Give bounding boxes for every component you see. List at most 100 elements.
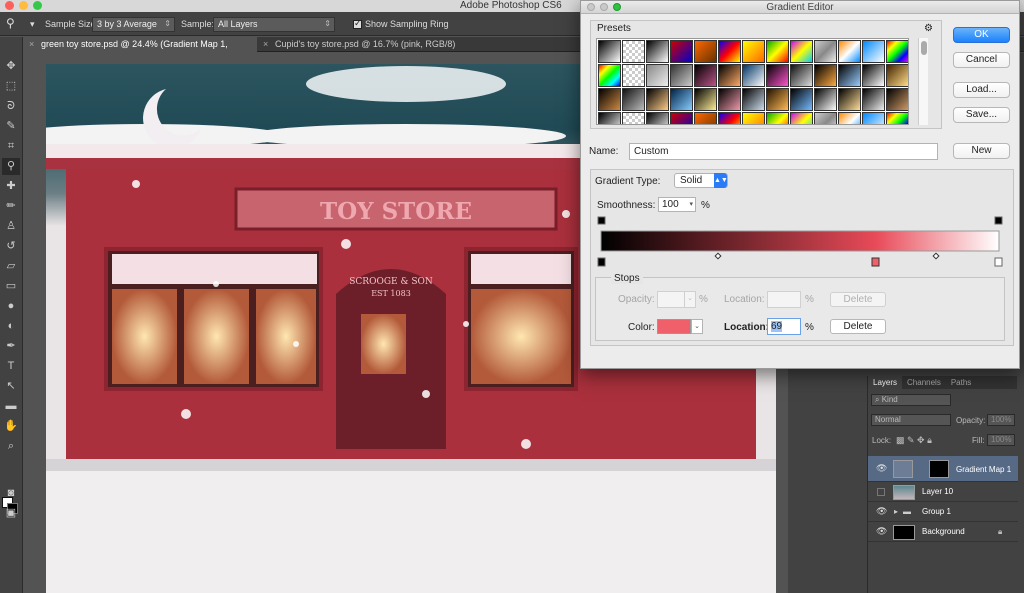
sample-size-select[interactable]: 3 by 3 Average ⇕ — [92, 17, 175, 32]
close-window-button[interactable] — [5, 1, 14, 10]
gradient-preset-swatch[interactable] — [670, 88, 693, 111]
eyedropper-icon[interactable]: ⚲ — [6, 16, 15, 30]
gradient-preset-swatch[interactable] — [838, 88, 861, 111]
minimize-window-button[interactable] — [19, 1, 28, 10]
gradient-preset-swatch[interactable] — [838, 40, 861, 63]
quick-mask-icon[interactable]: ◙ — [2, 485, 20, 502]
gradient-preset-swatch[interactable] — [790, 112, 813, 124]
gradient-preset-swatch[interactable] — [766, 64, 789, 87]
gradient-preset-swatch[interactable] — [814, 112, 837, 124]
history-brush-tool-icon[interactable]: ↺ — [2, 238, 20, 255]
gradient-preset-swatch[interactable] — [838, 112, 861, 124]
gradient-preset-swatch[interactable] — [670, 112, 693, 124]
gradient-preset-swatch[interactable] — [886, 112, 908, 124]
layer-row-group-1[interactable]: 👁︎ ▸ ▬ Group 1 — [868, 502, 1018, 522]
color-stop-end[interactable] — [994, 257, 1003, 267]
blend-mode-select[interactable]: Normal — [871, 414, 951, 426]
healing-brush-tool-icon[interactable]: ✚ — [2, 178, 20, 195]
layer-opacity-field[interactable]: 100% — [987, 414, 1015, 426]
stop-color-swatch[interactable] — [657, 319, 691, 334]
gradient-preset-swatch[interactable] — [862, 88, 885, 111]
gradient-preset-swatch[interactable] — [814, 40, 837, 63]
color-stop-selected[interactable] — [871, 257, 880, 267]
gradient-preset-swatch[interactable] — [598, 88, 621, 111]
tab-paths[interactable]: Paths — [946, 376, 976, 389]
eyedropper-tool-icon[interactable]: ⚲ — [2, 158, 20, 175]
gradient-ramp[interactable] — [595, 216, 1005, 268]
gradient-preset-swatch[interactable] — [742, 40, 765, 63]
lock-icons[interactable]: ▩ ✎ ✥ 🔒︎ — [896, 435, 932, 446]
visibility-toggle[interactable] — [877, 488, 885, 496]
layer-row-layer-10[interactable]: Layer 10 — [868, 482, 1018, 502]
sample-select[interactable]: All Layers ⇕ — [213, 17, 335, 32]
gradient-preset-swatch[interactable] — [742, 64, 765, 87]
gradient-preset-swatch[interactable] — [694, 112, 717, 124]
smoothness-field[interactable]: 100 ▾ — [658, 197, 696, 212]
gradient-preset-swatch[interactable] — [886, 64, 908, 87]
gradient-preset-swatch[interactable] — [718, 40, 741, 63]
brush-tool-icon[interactable]: ✏ — [2, 198, 20, 215]
gradient-preset-swatch[interactable] — [598, 64, 621, 87]
eye-icon[interactable]: 👁︎ — [876, 526, 887, 537]
opacity-stop-right[interactable] — [994, 216, 1003, 225]
layer-row-background[interactable]: 👁︎ Background 🔒︎ — [868, 522, 1018, 542]
opacity-stop-left[interactable] — [597, 216, 606, 225]
gradient-bar[interactable] — [600, 230, 1000, 252]
gradient-preset-swatch[interactable] — [694, 40, 717, 63]
type-tool-icon[interactable]: T — [2, 358, 20, 375]
tab-channels[interactable]: Channels — [902, 376, 946, 389]
gradient-preset-swatch[interactable] — [718, 88, 741, 111]
group-expand-chevron-icon[interactable]: ▸ — [894, 507, 898, 516]
layer-name[interactable]: Group 1 — [922, 507, 951, 516]
gradient-preset-swatch[interactable] — [862, 64, 885, 87]
gradient-preset-swatch[interactable] — [622, 88, 645, 111]
move-tool-icon[interactable]: ✥ — [2, 58, 20, 75]
layer-name[interactable]: Background — [922, 527, 965, 536]
marquee-tool-icon[interactable]: ⬚ — [2, 78, 20, 95]
gradient-preset-swatch[interactable] — [862, 112, 885, 124]
eye-icon[interactable]: 👁︎ — [876, 506, 887, 517]
blur-tool-icon[interactable]: ● — [2, 298, 20, 315]
gradient-preset-swatch[interactable] — [694, 64, 717, 87]
gradient-preset-swatch[interactable] — [670, 64, 693, 87]
gradient-preset-swatch[interactable] — [814, 88, 837, 111]
hand-tool-icon[interactable]: ✋ — [2, 418, 20, 435]
gradient-preset-swatch[interactable] — [622, 40, 645, 63]
gradient-preset-swatch[interactable] — [742, 112, 765, 124]
delete-color-stop-button[interactable]: Delete — [830, 319, 886, 334]
eye-icon[interactable]: 👁︎ — [876, 463, 887, 474]
gradient-preset-swatch[interactable] — [886, 88, 908, 111]
tab-cupids-toy-store[interactable]: × Cupid's toy store.psd @ 16.7% (pink, R… — [257, 37, 457, 64]
gradient-preset-swatch[interactable] — [838, 64, 861, 87]
midpoint-diamond-2[interactable] — [932, 252, 940, 260]
gradient-preset-swatch[interactable] — [718, 64, 741, 87]
dodge-tool-icon[interactable]: ◐ — [2, 318, 20, 335]
gradient-preset-swatch[interactable] — [814, 64, 837, 87]
layer-name[interactable]: Layer 10 — [922, 487, 953, 496]
layer-row-gradient-map-1[interactable]: 👁︎ Gradient Map 1 — [868, 456, 1018, 482]
color-stop-start[interactable] — [597, 257, 606, 267]
close-tab-icon[interactable]: × — [263, 37, 268, 52]
ok-button[interactable]: OK — [953, 27, 1010, 43]
gradient-preset-swatch[interactable] — [766, 40, 789, 63]
shape-tool-icon[interactable]: ▬ — [2, 398, 20, 415]
save-button[interactable]: Save... — [953, 107, 1010, 123]
close-tab-icon[interactable]: × — [29, 37, 34, 52]
tool-preset-chevron-icon[interactable]: ▾ — [30, 19, 35, 30]
eraser-tool-icon[interactable]: ▱ — [2, 258, 20, 275]
gradient-preset-swatch[interactable] — [646, 112, 669, 124]
layer-filter-select[interactable]: ⌕ Kind — [871, 394, 951, 406]
gradient-preset-swatch[interactable] — [790, 64, 813, 87]
clone-stamp-tool-icon[interactable]: ♙ — [2, 218, 20, 235]
crop-tool-icon[interactable]: ⌗ — [2, 138, 20, 155]
gradient-preset-swatch[interactable] — [646, 64, 669, 87]
gradient-preset-swatch[interactable] — [886, 40, 908, 63]
presets-scrollbar[interactable] — [918, 38, 928, 125]
gradient-preset-swatch[interactable] — [670, 40, 693, 63]
layer-mask-thumbnail[interactable] — [929, 460, 949, 478]
gradient-preset-swatch[interactable] — [766, 112, 789, 124]
gradient-preset-swatch[interactable] — [622, 64, 645, 87]
gradient-preset-swatch[interactable] — [694, 88, 717, 111]
cancel-button[interactable]: Cancel — [953, 52, 1010, 68]
gear-icon[interactable]: ⚙ — [924, 23, 933, 34]
